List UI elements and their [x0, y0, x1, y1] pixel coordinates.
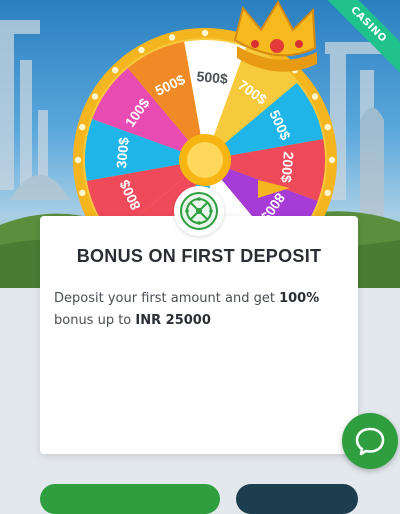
desc-text: Deposit your first amount and get — [54, 291, 280, 306]
wheel-segment-label: 300$ — [113, 136, 132, 169]
promo-title: BONUS ON FIRST DEPOSIT — [76, 246, 322, 266]
promo-card: BONUS ON FIRST DEPOSIT Deposit your firs… — [40, 186, 358, 454]
wheel-light — [138, 46, 145, 54]
crown-icon — [233, 0, 317, 72]
chat-button[interactable] — [342, 413, 398, 469]
wheel-segment-label: 200$ — [278, 151, 297, 184]
wheel-light — [311, 93, 319, 100]
wheel-light — [324, 189, 331, 197]
desc-amount: INR 25000 — [135, 313, 211, 328]
desc-text-2: bonus up to — [54, 313, 136, 328]
wheel-light — [79, 123, 86, 131]
wheel-light — [328, 156, 336, 164]
wheel-light — [324, 123, 331, 131]
wheel-light — [111, 66, 119, 74]
wheel-segment-label: 500$ — [196, 68, 229, 87]
casino-badge: CASINO — [320, 0, 400, 76]
primary-action-button[interactable] — [40, 484, 220, 514]
casino-ribbon: CASINO — [320, 0, 400, 80]
wheel-light — [74, 156, 82, 164]
desc-percent: 100% — [279, 291, 320, 306]
wheel-light — [91, 93, 99, 100]
promo-description: Deposit your first amount and get 100% b… — [54, 288, 344, 332]
wheel-light — [168, 34, 176, 41]
wheel-light — [201, 29, 209, 37]
secondary-action-button[interactable] — [236, 484, 358, 514]
chat-bubble-icon — [355, 427, 385, 456]
wheel-light — [79, 189, 86, 197]
roulette-icon — [174, 186, 224, 236]
